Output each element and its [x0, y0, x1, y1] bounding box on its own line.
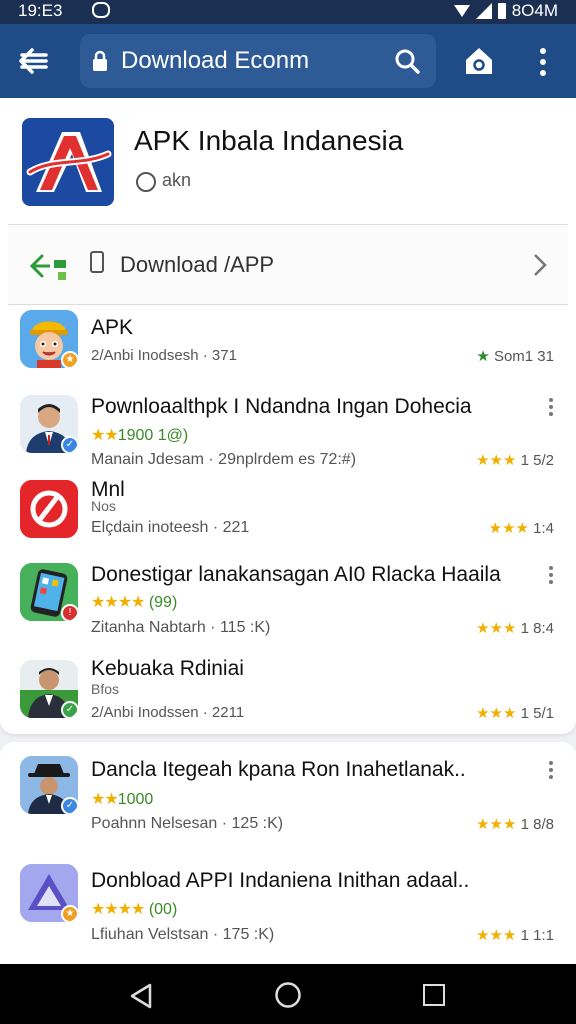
verified-badge-icon: ✓: [61, 797, 78, 814]
arrow-left-icon: [29, 254, 66, 280]
app-icon: ✓: [20, 660, 78, 718]
lock-icon: [93, 50, 107, 71]
nav-recents-icon[interactable]: [423, 984, 445, 1006]
app-icon: ✓: [20, 756, 78, 814]
badge-icon: !: [61, 604, 78, 621]
app-score: ★★★ 1 8/8: [476, 815, 554, 833]
url-text: Download Econm: [121, 47, 310, 74]
app-subtitle: Bfos: [91, 681, 120, 697]
app-title: Kebuaka Rdiniai: [91, 657, 244, 680]
more-options-icon[interactable]: [545, 398, 557, 418]
rating-stars-icon: ★★★★: [91, 594, 145, 611]
home-icon[interactable]: [464, 46, 494, 76]
app-icon: ★: [20, 864, 78, 922]
download-row[interactable]: Download /APP: [8, 226, 568, 304]
star-icon: ★★★: [476, 705, 517, 722]
app-score: ★★★ 1 5/2: [476, 451, 554, 469]
app-title: Donestigar lanakansagan AI0 Rlacka Haail…: [91, 563, 501, 586]
more-options-icon[interactable]: [545, 566, 557, 586]
app-rating: ★★★★ (99): [91, 592, 177, 612]
browser-toolbar: Download Econm: [0, 24, 576, 98]
star-icon: ★★★: [476, 620, 517, 637]
app-icon: [20, 480, 78, 538]
status-bar: 19:E3 8O4M: [0, 0, 576, 24]
app-score: ★★★ 1:4: [489, 519, 554, 537]
star-icon: ★★★: [476, 452, 517, 469]
star-icon: ★: [476, 348, 490, 365]
status-battery-text: 8O4M: [511, 1, 558, 20]
message-icon: [92, 2, 110, 18]
app-icon: !: [20, 563, 78, 621]
app-rating: ★★1900 1@): [91, 425, 188, 445]
nav-home-icon[interactable]: [274, 981, 302, 1009]
page-subtitle: akn: [162, 170, 192, 190]
app-score: ★★★ 1 1:1: [476, 926, 554, 944]
rating-stars-icon: ★★: [91, 791, 119, 808]
app-meta: Poahnn Nelsesan · 125 :K): [91, 815, 284, 832]
app-score-text: Som1 31: [493, 348, 554, 365]
app-rating-text: 1000: [117, 791, 154, 808]
app-rating-text: (99): [148, 594, 178, 611]
app-score-text: 1 5/2: [520, 452, 554, 469]
star-icon: ★★★: [476, 816, 517, 833]
verified-badge-icon: ★: [61, 351, 78, 368]
rating-stars-icon: ★★: [91, 427, 119, 444]
more-options-icon[interactable]: [545, 761, 557, 781]
app-meta: Elçdain inoteesh · 221: [91, 519, 250, 536]
download-label: Download /APP: [120, 252, 275, 277]
app-title: APK: [91, 316, 134, 339]
app-meta: Zitanha Nabtarh · 115 :K): [91, 619, 271, 636]
nav-back-icon[interactable]: [128, 982, 154, 1010]
developer-icon: [136, 172, 156, 192]
app-title: Donbload APPI Indaniena Inithan adaal..: [91, 869, 470, 892]
back-arrow-icon[interactable]: [16, 44, 50, 78]
app-meta: 2/Anbi Inodsesh · 371: [91, 347, 237, 364]
app-title: Pownloaalthpk I Ndandna Ingan Dohecia: [91, 395, 472, 418]
app-score-text: 1 5/1: [520, 705, 554, 722]
page-title: APK Inbala Indanesia: [134, 125, 404, 156]
app-score-text: 1 1:1: [520, 927, 554, 944]
app-rating: ★★1000: [91, 789, 153, 809]
app-logo: [22, 118, 114, 206]
app-icon: ★: [20, 310, 78, 368]
app-score-text: 1 8/8: [520, 816, 554, 833]
verified-badge-icon: ✓: [61, 701, 78, 718]
star-icon: ★★★: [488, 520, 529, 537]
app-score: ★ Som1 31: [476, 347, 554, 365]
app-icon: ✓: [20, 395, 78, 453]
app-score: ★★★ 1 5/1: [476, 704, 554, 722]
app-rating-text: 1900 1@): [117, 427, 189, 444]
divider: [8, 224, 568, 225]
verified-badge-icon: ✓: [61, 436, 78, 453]
address-bar[interactable]: Download Econm: [80, 34, 436, 88]
wifi-icon: [453, 5, 470, 17]
app-score-text: 1:4: [533, 520, 554, 537]
app-score-text: 1 8:4: [520, 620, 554, 637]
app-rating-text: (00): [148, 901, 178, 918]
file-icon: [90, 251, 104, 273]
status-time: 19:E3: [18, 1, 63, 20]
divider: [8, 304, 568, 305]
status-indicators: 8O4M: [453, 1, 558, 21]
app-meta: Lfiuhan Velstsan · 175 :K): [91, 926, 275, 943]
app-meta: 2/Anbi Inodssen · 2211: [91, 704, 245, 721]
battery-icon: [497, 3, 506, 19]
app-score: ★★★ 1 8:4: [476, 619, 554, 637]
overflow-menu-icon[interactable]: [536, 46, 550, 78]
search-icon[interactable]: [394, 48, 420, 74]
verified-badge-icon: ★: [61, 905, 78, 922]
app-meta: Manain Jdesam · 29nplrdem es 72:#): [91, 451, 357, 468]
rating-stars-icon: ★★★★: [91, 901, 145, 918]
system-nav-bar: [0, 964, 576, 1024]
signal-icon: [475, 3, 492, 19]
star-icon: ★★★: [476, 927, 517, 944]
chevron-right-icon: [534, 254, 547, 276]
app-rating: ★★★★ (00): [91, 899, 177, 919]
app-subtitle: Nos: [91, 498, 116, 514]
app-title: Dancla Itegeah kpana Ron Inahetlanak..: [91, 758, 466, 781]
